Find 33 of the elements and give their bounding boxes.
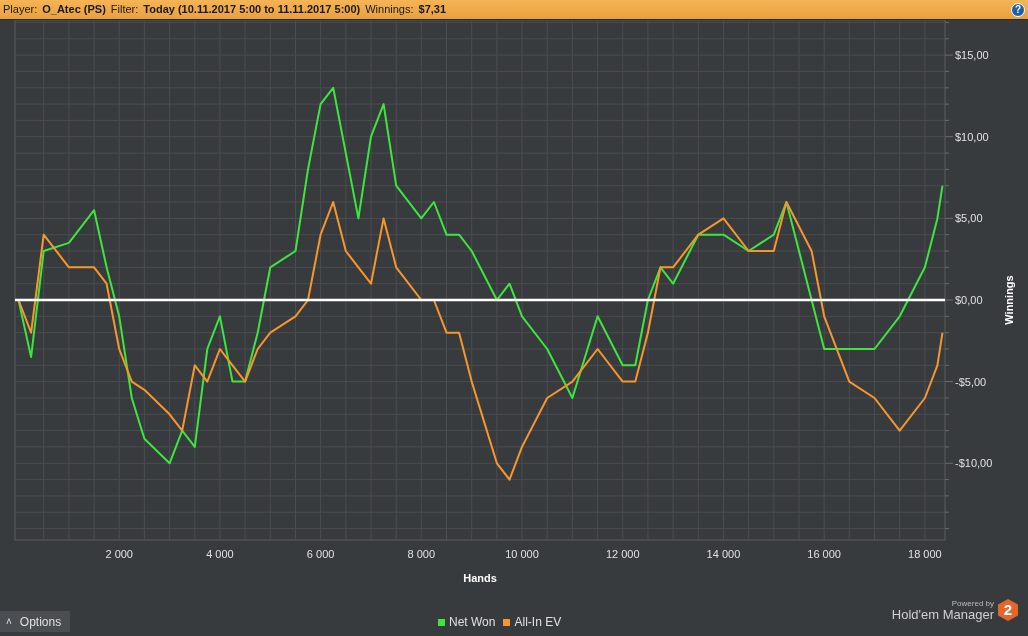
help-icon[interactable]: ? xyxy=(1011,2,1025,17)
x-axis-title: Hands xyxy=(463,572,497,584)
field-value: O_Atec (PS) xyxy=(42,2,106,18)
legend-label: All-In EV xyxy=(514,614,562,631)
y-tick-label: -$10,00 xyxy=(955,457,993,470)
x-tick-label: 8 000 xyxy=(407,548,436,560)
field-value: $7,31 xyxy=(418,2,447,18)
legend-swatch xyxy=(438,618,445,626)
x-tick-label: 6 000 xyxy=(306,548,335,560)
options-button[interactable]: ˄ Options xyxy=(0,611,70,632)
field-label: Winnings: xyxy=(365,2,414,18)
x-tick-label: 16 000 xyxy=(807,548,841,560)
y-tick-label: -$5,00 xyxy=(955,375,987,388)
x-tick-label: 4 000 xyxy=(206,548,234,560)
x-tick-label: 18 000 xyxy=(908,548,942,560)
field-label: Filter: xyxy=(110,2,139,18)
y-tick-label: $10,00 xyxy=(955,130,989,143)
y-axis-title: Winnings xyxy=(1003,275,1015,325)
caret-icon: ˄ xyxy=(6,614,12,629)
logo-badge: 2 xyxy=(998,599,1018,621)
legend-label: Net Won xyxy=(449,614,496,631)
x-tick-label: 14 000 xyxy=(706,548,741,560)
powered-by-caption: Powered by xyxy=(951,599,994,608)
x-tick-label: 10 000 xyxy=(505,548,539,560)
y-tick-label: $0,00 xyxy=(955,294,983,306)
legend-swatch xyxy=(503,618,511,626)
x-tick-label: 12 000 xyxy=(605,548,640,560)
logo-name: Hold'em Manager xyxy=(891,607,994,621)
y-tick-label: $5,00 xyxy=(955,212,983,225)
x-tick-label: 2 000 xyxy=(105,548,133,560)
y-tick-label: $15,00 xyxy=(955,49,989,62)
field-value: Today (10.11.2017 5:00 to 11.11.2017 5:00) xyxy=(143,2,361,18)
field-label: Player: xyxy=(3,2,38,18)
